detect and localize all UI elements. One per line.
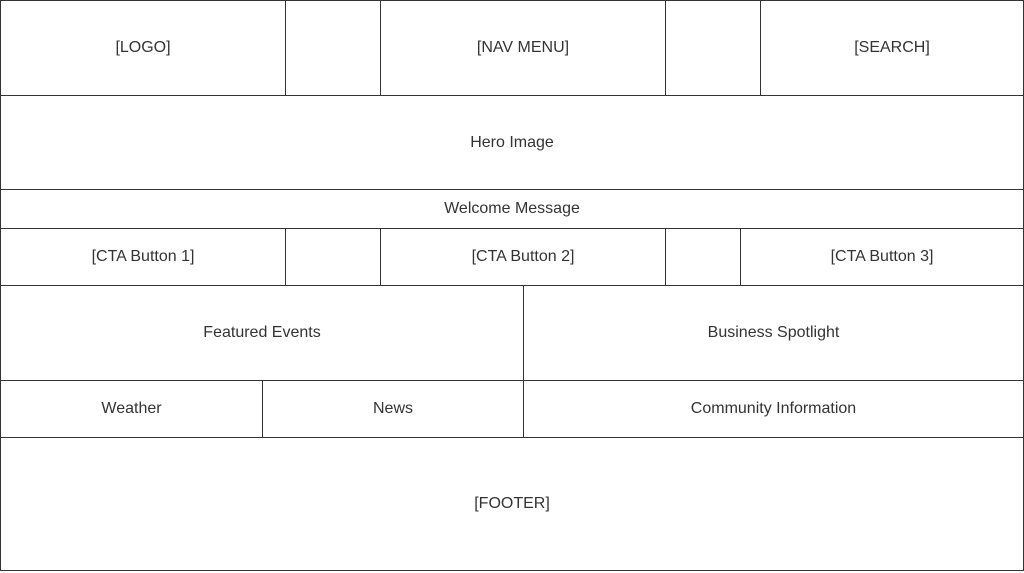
footer-placeholder: [FOOTER] — [0, 437, 1024, 571]
nav-menu-label: [NAV MENU] — [476, 39, 570, 56]
cta-button-2-label: [CTA Button 2] — [471, 248, 575, 265]
wireframe-layout: [LOGO] [NAV MENU] [SEARCH] Hero Image We… — [0, 0, 1024, 573]
hero-image-placeholder: Hero Image — [0, 95, 1024, 190]
cta-spacer-right — [665, 228, 741, 286]
header-spacer-left — [285, 0, 381, 96]
community-information-label: Community Information — [690, 400, 857, 417]
logo-placeholder[interactable]: [LOGO] — [0, 0, 286, 96]
community-information-section: Community Information — [523, 380, 1024, 438]
welcome-message-label: Welcome Message — [444, 200, 580, 217]
header-spacer-right — [665, 0, 761, 96]
cta-button-1-label: [CTA Button 1] — [91, 248, 195, 265]
weather-label: Weather — [101, 400, 162, 417]
weather-section: Weather — [0, 380, 263, 438]
news-label: News — [372, 400, 413, 417]
footer-label: [FOOTER] — [474, 495, 550, 512]
featured-events-label: Featured Events — [203, 324, 321, 341]
cta-button-1[interactable]: [CTA Button 1] — [0, 228, 286, 286]
cta-button-3-label: [CTA Button 3] — [830, 248, 934, 265]
business-spotlight-section: Business Spotlight — [523, 285, 1024, 381]
welcome-message-placeholder: Welcome Message — [0, 189, 1024, 229]
business-spotlight-label: Business Spotlight — [707, 324, 840, 341]
search-placeholder[interactable]: [SEARCH] — [760, 0, 1024, 96]
search-label: [SEARCH] — [854, 39, 930, 56]
nav-menu-placeholder[interactable]: [NAV MENU] — [380, 0, 666, 96]
featured-events-section: Featured Events — [0, 285, 524, 381]
cta-button-3[interactable]: [CTA Button 3] — [740, 228, 1024, 286]
logo-label: [LOGO] — [115, 39, 171, 56]
news-section: News — [262, 380, 524, 438]
cta-spacer-left — [285, 228, 381, 286]
cta-button-2[interactable]: [CTA Button 2] — [380, 228, 666, 286]
hero-image-label: Hero Image — [470, 133, 554, 151]
